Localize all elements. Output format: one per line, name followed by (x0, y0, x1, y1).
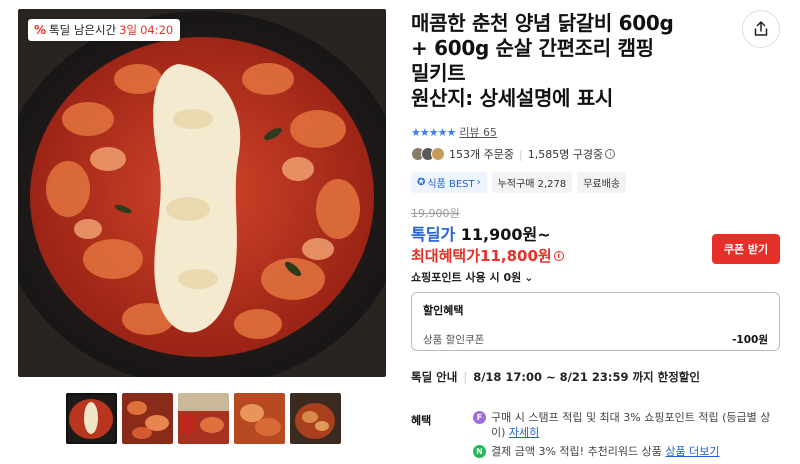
discount-benefit-box: 할인혜택 상품 할인쿠폰 -100원 (411, 292, 780, 351)
max-price-label: 최대혜택가 (411, 247, 481, 265)
naver-pay-icon: N (473, 445, 486, 458)
timer-time: 04:20 (140, 23, 174, 37)
badge-icon: ✪ (417, 177, 426, 188)
buyers-row: 153개 주문중 | 1,585명 구경중 i (411, 146, 616, 162)
chevron-down-icon: ⌄ (524, 270, 534, 284)
tag-cumulative-purchase: 누적구매 2,278 (491, 172, 573, 193)
deal-price: 톡딜가 11,900원~ (411, 221, 551, 245)
timer-label: 톡딜 남은시간 (49, 23, 117, 37)
divider: | (518, 147, 523, 161)
chevron-right-icon: › (476, 177, 481, 188)
star-rating-icon: ★★★★★ (411, 125, 456, 139)
title-line-2: + 600g 순살 간편조리 캠핑 (411, 36, 654, 60)
benefit-label: 혜택 (411, 414, 432, 427)
stamp-point-icon: F (473, 411, 486, 424)
deal-info-label: 톡딜 안내 (411, 370, 458, 384)
divider: | (463, 370, 468, 384)
product-main-image: % 톡딜 남은시간 3일 04:20 (18, 9, 386, 377)
title-line-1: 매콤한 춘천 양념 닭갈비 600g (411, 11, 674, 35)
title-line-3: 밀키트 (411, 61, 466, 85)
thumbnail-4[interactable] (234, 393, 285, 444)
discount-header: 할인혜택 (423, 304, 464, 317)
thumbnail-strip (66, 393, 341, 444)
benefit-detail-link[interactable]: 자세히 (509, 426, 539, 439)
thumbnail-1[interactable] (66, 393, 117, 444)
avatar (431, 147, 445, 161)
thumbnail-2[interactable] (122, 393, 173, 444)
max-price-value: 11,800원 (480, 247, 552, 265)
tag-free-shipping: 무료배송 (577, 172, 627, 193)
benefit-text: 결제 금액 3% 적립! 추천리워드 상품 상품 더보기 (491, 444, 720, 459)
deal-info-row: 톡딜 안내 | 8/18 17:00 ~ 8/21 23:59 까지 한정할인 (411, 369, 700, 385)
point-usage-toggle[interactable]: 쇼핑포인트 사용 시 0원 ⌄ (411, 269, 533, 285)
timer-days: 3일 (119, 23, 138, 37)
product-title: 매콤한 춘천 양념 닭갈비 600g + 600g 순살 간편조리 캠핑 밀키트… (411, 11, 731, 111)
info-icon[interactable]: i (553, 250, 564, 261)
ordering-count: 153개 주문중 (449, 148, 514, 161)
thumbnail-3[interactable] (178, 393, 229, 444)
share-icon (754, 21, 768, 36)
discount-row-label: 상품 할인쿠폰 (423, 334, 485, 346)
review-count-link[interactable]: 리뷰 65 (459, 124, 497, 140)
tag-food-best-label: 식품 BEST (427, 179, 475, 190)
benefit-item: N 결제 금액 3% 적립! 추천리워드 상품 상품 더보기 (473, 444, 783, 459)
max-benefit-price: 최대혜택가 11,800원 i (411, 245, 564, 266)
original-price: 19,900원 (411, 207, 460, 220)
deal-price-label: 톡딜가 (411, 225, 456, 244)
buyer-avatars (411, 147, 445, 161)
tag-row: ✪ 식품 BEST › 누적구매 2,278 무료배송 (411, 172, 627, 193)
benefit-description: 결제 금액 3% 적립! 추천리워드 상품 (491, 445, 662, 458)
percent-icon: % (34, 23, 47, 37)
more-products-link[interactable]: 상품 더보기 (665, 445, 719, 458)
coupon-download-button[interactable]: 쿠폰 받기 (712, 234, 780, 264)
title-line-4: 원산지: 상세설명에 표시 (411, 86, 614, 110)
benefit-item: F 구매 시 스탬프 적립 및 최대 3% 쇼핑포인트 적립 (등급별 상이) … (473, 410, 783, 440)
thumbnail-5[interactable] (290, 393, 341, 444)
benefit-text: 구매 시 스탬프 적립 및 최대 3% 쇼핑포인트 적립 (등급별 상이) 자세… (491, 410, 783, 440)
deal-price-value: 11,900원~ (460, 225, 551, 244)
deal-timer-badge: % 톡딜 남은시간 3일 04:20 (28, 19, 181, 41)
viewer-count: 1,585명 구경중 (527, 148, 604, 161)
rating-row: ★★★★★ 리뷰 65 (411, 124, 497, 140)
share-button[interactable] (742, 10, 780, 48)
benefit-list: F 구매 시 스탬프 적립 및 최대 3% 쇼핑포인트 적립 (등급별 상이) … (473, 410, 783, 463)
deal-info-period: 8/18 17:00 ~ 8/21 23:59 까지 한정할인 (473, 370, 700, 384)
discount-row-amount: -100원 (732, 334, 768, 346)
tag-food-best[interactable]: ✪ 식품 BEST › (411, 172, 487, 193)
info-icon[interactable]: i (605, 149, 616, 159)
discount-row: 상품 할인쿠폰 -100원 (423, 332, 768, 347)
point-usage-text: 쇼핑포인트 사용 시 0원 (411, 271, 522, 284)
